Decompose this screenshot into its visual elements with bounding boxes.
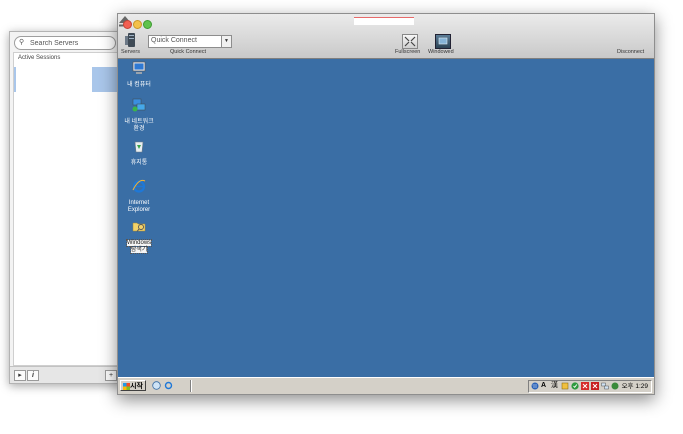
recycle-bin-icon	[134, 141, 144, 153]
servers-label[interactable]: Servers	[121, 49, 140, 55]
update-icon[interactable]	[611, 382, 619, 390]
ime-globe-icon[interactable]	[531, 382, 539, 390]
add-server-button[interactable]: +	[105, 370, 117, 381]
disconnect-label[interactable]: Disconnect	[617, 49, 644, 55]
desktop-icon-my-computer[interactable]: 내 컴퓨터	[119, 61, 159, 89]
show-desktop-icon[interactable]	[152, 381, 161, 390]
desktop-icon-label: 환경	[133, 126, 145, 132]
ime-language-indicator[interactable]: A	[541, 381, 546, 391]
close-window-button[interactable]	[123, 20, 132, 29]
system-tray: A 漢 오후 1:29	[528, 380, 652, 393]
quick-connect-label: Quick Connect	[170, 49, 207, 55]
taskbar-clock[interactable]: 오후 1:29	[622, 382, 648, 391]
session-selection-marker	[14, 67, 16, 92]
desktop-icon-label: 탐색기	[129, 246, 149, 254]
servers-icon[interactable]	[125, 33, 137, 47]
zoom-window-button[interactable]	[143, 20, 152, 29]
desktop-icon-label: 휴지통	[130, 160, 148, 166]
desktop-icon-label: Explorer	[127, 207, 151, 213]
servers-panel: ⚲ Active Sessions ▸ i +	[9, 31, 123, 384]
desktop-icon-label: 내 컴퓨터	[127, 82, 151, 88]
desktop-icon-label: Windows	[125, 239, 153, 247]
desktop-icon-windows-explorer[interactable]: Windows 탐색기	[119, 219, 159, 254]
internet-explorer-icon	[132, 179, 146, 193]
my-computer-icon	[132, 61, 146, 74]
search-field[interactable]: ⚲	[14, 36, 116, 50]
desktop-icon-network-places[interactable]: 내 네트워크 환경	[119, 98, 159, 133]
taskbar-separator	[190, 380, 192, 392]
window-toolbar: Servers Quick Connect ▼ Quick Connect Fu…	[118, 14, 654, 59]
windows-explorer-icon	[132, 222, 146, 232]
panel-bottom-bar: ▸ i +	[10, 366, 122, 383]
play-button[interactable]: ▸	[14, 370, 26, 381]
security-alert-icon[interactable]	[571, 382, 579, 390]
desktop-icon-label: Internet	[128, 200, 150, 206]
start-button[interactable]: 시작	[120, 380, 146, 391]
chevron-down-icon[interactable]: ▼	[221, 36, 231, 47]
desktop-icon-recycle-bin[interactable]: 휴지통	[119, 139, 159, 167]
window-title-field	[354, 17, 414, 25]
desktop-icon-internet-explorer[interactable]: Internet Explorer	[119, 179, 159, 214]
quick-connect-text[interactable]: Quick Connect	[151, 37, 197, 44]
fullscreen-label[interactable]: Fullscreen	[395, 49, 420, 55]
internet-explorer-quicklaunch-icon[interactable]	[164, 381, 173, 390]
error-icon[interactable]	[591, 382, 599, 390]
windowed-label[interactable]: Windowed	[428, 49, 454, 55]
sessions-heading: Active Sessions	[18, 55, 61, 61]
remote-desktop-window: Servers Quick Connect ▼ Quick Connect Fu…	[117, 13, 655, 395]
desktop-icon-label: 내 네트워크	[124, 119, 154, 125]
fullscreen-icon[interactable]	[402, 34, 418, 49]
ime-hanja-indicator[interactable]: 漢	[551, 381, 558, 391]
windows-logo-icon	[123, 383, 130, 390]
search-icon: ⚲	[19, 39, 25, 46]
remote-desktop-area[interactable]: 내 컴퓨터 내 네트워크 환경 휴지통 Internet Explorer Wi…	[118, 59, 654, 377]
active-sessions-list[interactable]: Active Sessions	[13, 52, 121, 366]
search-input[interactable]	[30, 37, 112, 49]
info-button[interactable]: i	[27, 370, 39, 381]
network-places-icon	[132, 98, 146, 112]
selected-session-row[interactable]	[92, 67, 120, 92]
start-label: 시작	[130, 383, 143, 390]
quick-connect-field[interactable]: Quick Connect ▼	[148, 35, 232, 48]
windowed-icon[interactable]	[435, 34, 451, 49]
minimize-window-button[interactable]	[133, 20, 142, 29]
windows-taskbar: 시작 A 漢 오후 1:29	[118, 377, 654, 394]
shield-icon[interactable]	[581, 382, 589, 390]
ime-tool-icon[interactable]	[561, 382, 569, 390]
network-connection-icon[interactable]	[601, 382, 609, 390]
